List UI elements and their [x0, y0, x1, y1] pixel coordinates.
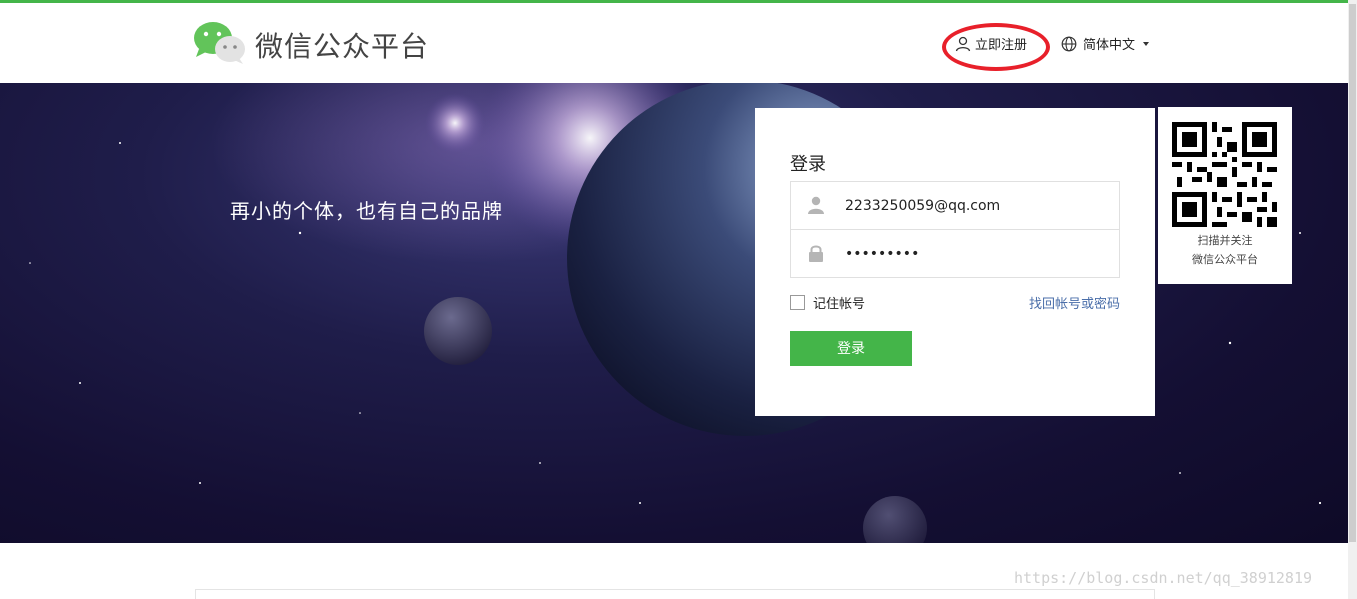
- globe-icon: [1061, 36, 1077, 51]
- password-input[interactable]: [845, 242, 1105, 266]
- scrollbar-thumb[interactable]: [1349, 4, 1356, 542]
- page: 微信公众平台 立即注册 简体中文 再小的个体，也有自己的品牌 登录 223325…: [0, 0, 1357, 599]
- register-link[interactable]: 立即注册: [955, 34, 1027, 53]
- remember-account[interactable]: 记住帐号: [790, 293, 865, 312]
- header: 微信公众平台 立即注册 简体中文: [0, 3, 1348, 83]
- brand-title[interactable]: 微信公众平台: [255, 25, 429, 65]
- vertical-scrollbar[interactable]: [1348, 0, 1357, 599]
- qr-panel: 扫描并关注 微信公众平台: [1158, 107, 1292, 284]
- account-field[interactable]: [790, 181, 1120, 230]
- watermark-text: https://blog.csdn.net/qq_38912819: [1014, 569, 1313, 587]
- user-icon: [955, 36, 971, 51]
- login-button[interactable]: 登录: [790, 331, 912, 366]
- chevron-down-icon: [1143, 41, 1150, 46]
- qr-code-icon: [1172, 122, 1277, 227]
- qr-caption-line1: 扫描并关注: [1197, 234, 1253, 247]
- remember-checkbox[interactable]: [790, 295, 805, 310]
- remember-label: 记住帐号: [813, 297, 866, 312]
- password-field[interactable]: [790, 229, 1120, 278]
- language-select[interactable]: 简体中文: [1061, 34, 1150, 53]
- language-label: 简体中文: [1083, 38, 1136, 53]
- hero-banner: 再小的个体，也有自己的品牌 登录 记住帐号: [0, 83, 1348, 543]
- user-icon: [808, 196, 824, 214]
- account-input[interactable]: [845, 194, 1105, 218]
- content-panel: [195, 589, 1155, 599]
- login-title: 登录: [790, 154, 826, 175]
- banner-slogan: 再小的个体，也有自己的品牌: [230, 199, 503, 223]
- forgot-link[interactable]: 找回帐号或密码: [1029, 293, 1120, 312]
- wechat-logo-icon[interactable]: [193, 21, 247, 65]
- register-label: 立即注册: [975, 38, 1028, 53]
- qr-caption-line2: 微信公众平台: [1192, 253, 1258, 266]
- login-panel: 登录 记住帐号 找回帐号或密码 登录: [755, 108, 1155, 416]
- lock-icon: [809, 245, 823, 262]
